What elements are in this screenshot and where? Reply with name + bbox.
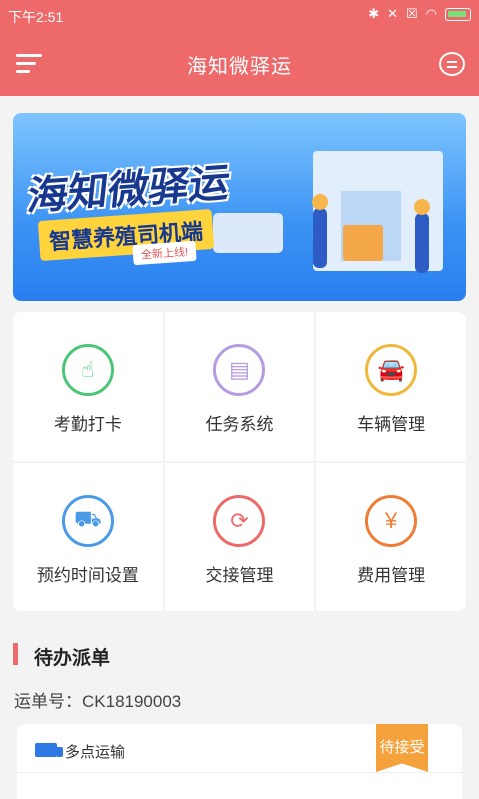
hand-tap-icon: ☝ bbox=[61, 344, 114, 396]
function-grid: ☝ 考勤打卡 ▤ 任务系统 🚘 车辆管理 ⛟ 预约时间设置 ⟳ 交接管理 ¥ 费… bbox=[13, 312, 466, 611]
message-icon[interactable] bbox=[439, 52, 465, 76]
schedule-truck-icon: ⛟ bbox=[61, 494, 114, 547]
worker-illustration bbox=[312, 194, 328, 268]
grid-item-label: 任务系统 bbox=[205, 415, 274, 434]
battery-icon bbox=[445, 7, 471, 21]
grid-item-schedule-settings[interactable]: ⛟ 预约时间设置 bbox=[13, 462, 163, 611]
nav-bar: 海知微驿运 bbox=[0, 30, 479, 96]
grid-item-label: 交接管理 bbox=[205, 565, 274, 585]
bluetooth-icon: ✱ bbox=[368, 6, 380, 21]
status-bar: 下午2:51 ✱ ✕ ☒ ◠ bbox=[0, 0, 479, 30]
grid-item-fee-management[interactable]: ¥ 费用管理 bbox=[316, 462, 466, 611]
grid-item-label: 车辆管理 bbox=[357, 415, 426, 434]
grid-item-handover-management[interactable]: ⟳ 交接管理 bbox=[164, 462, 315, 611]
status-icons: ✱ ✕ ☒ ◠ bbox=[368, 6, 471, 22]
promo-banner[interactable]: 海知微驿运 智慧养殖司机端 全新上线! bbox=[13, 113, 466, 301]
handover-truck-icon: ⟳ bbox=[213, 494, 266, 547]
truck-icon bbox=[35, 743, 63, 757]
grid-item-label: 考勤打卡 bbox=[53, 415, 122, 434]
divider bbox=[17, 772, 462, 773]
mute-icon: ✕ bbox=[387, 6, 398, 21]
no-sim-icon: ☒ bbox=[406, 6, 418, 21]
section-title: 待办派单 bbox=[34, 648, 111, 669]
grid-item-task-system[interactable]: ▤ 任务系统 bbox=[164, 312, 315, 461]
truck-illustration bbox=[213, 213, 283, 253]
wifi-icon: ◠ bbox=[425, 6, 437, 21]
order-card[interactable]: 多点运输 待接受 bbox=[17, 724, 462, 799]
fee-icon: ¥ bbox=[365, 494, 418, 547]
status-time: 下午2:51 bbox=[8, 9, 64, 25]
page-title: 海知微驿运 bbox=[187, 56, 292, 78]
worker-illustration bbox=[414, 199, 430, 273]
car-icon: 🚘 bbox=[365, 344, 418, 396]
document-icon: ▤ bbox=[213, 344, 266, 396]
grid-item-label: 预约时间设置 bbox=[36, 565, 139, 585]
transport-type: 多点运输 bbox=[65, 744, 126, 761]
cargo-box-illustration bbox=[343, 225, 383, 261]
waybill-number: 运单号：CK18190003 bbox=[14, 692, 182, 711]
grid-item-label: 费用管理 bbox=[357, 565, 426, 585]
banner-tag: 全新上线! bbox=[132, 240, 197, 266]
grid-item-vehicle-management[interactable]: 🚘 车辆管理 bbox=[316, 312, 466, 461]
grid-item-attendance[interactable]: ☝ 考勤打卡 bbox=[13, 312, 163, 461]
status-badge: 待接受 bbox=[376, 724, 428, 772]
section-accent-bar bbox=[13, 643, 18, 665]
